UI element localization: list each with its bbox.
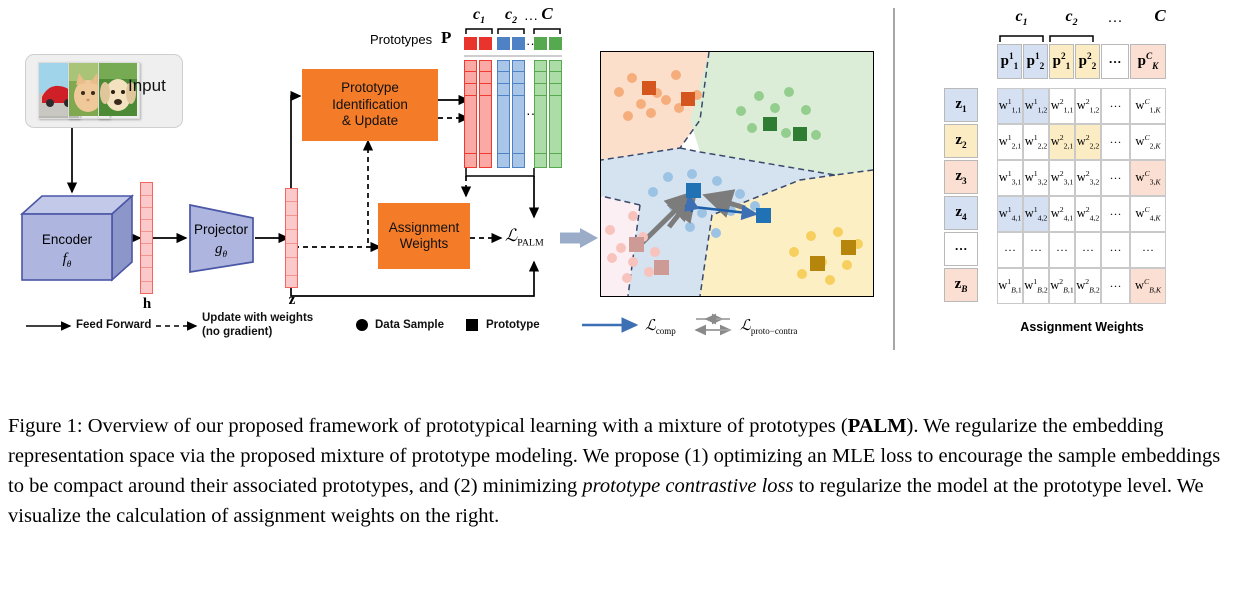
table-group-ellipsis: ··· bbox=[1107, 12, 1123, 29]
prototype-bar-cC-2 bbox=[549, 60, 562, 168]
table-cell: ··· bbox=[1101, 160, 1130, 196]
table-cell: ··· bbox=[997, 232, 1023, 268]
table-cell: w11,2 bbox=[1023, 88, 1049, 124]
table-group-C: C bbox=[1154, 6, 1166, 25]
legend-loss-comp: ℒcomp bbox=[645, 318, 676, 336]
table-row-header-zB: zB bbox=[944, 268, 978, 302]
z-label: z bbox=[288, 292, 296, 308]
figure-caption: Figure 1: Overview of our proposed frame… bbox=[8, 412, 1236, 532]
encoder-sublabel: fθ bbox=[62, 251, 72, 270]
caption-prefix: Figure 1: Overview of our proposed frame… bbox=[8, 415, 848, 437]
table-cell: w2B,1 bbox=[1049, 268, 1075, 304]
prototype-square-c1-2 bbox=[479, 37, 492, 50]
prototypes-caption: Prototypes bbox=[370, 32, 433, 47]
panel-divider bbox=[893, 8, 895, 350]
table-cell: w21,1 bbox=[1049, 88, 1075, 124]
table-cell: ··· bbox=[1101, 268, 1130, 304]
table-cell: wC4,K bbox=[1130, 196, 1166, 232]
prototype-bar-c2-2 bbox=[512, 60, 525, 168]
table-col-header-ellipsis: ··· bbox=[1101, 44, 1129, 79]
prototype-bar-c1-1 bbox=[464, 60, 477, 168]
table-col-header-pKC: pCK bbox=[1130, 44, 1166, 79]
table-col-header-p21: p12 bbox=[1023, 44, 1048, 79]
h-label: h bbox=[142, 296, 152, 312]
prototype-square-cC-1 bbox=[534, 37, 547, 50]
prototype-square-c2-1 bbox=[497, 37, 510, 50]
caption-bold-palm: PALM bbox=[847, 415, 907, 437]
input-label: Input bbox=[128, 76, 166, 95]
table-cell: ··· bbox=[1101, 124, 1130, 160]
table-cell: w12,1 bbox=[997, 124, 1023, 160]
projector-sublabel: gθ bbox=[214, 241, 228, 260]
figure-1-graphic: Input Encoder fθ h Projector gθ z Protot… bbox=[0, 0, 1241, 365]
assignment-weights-label: Assignment Weights bbox=[388, 219, 460, 251]
legend-loss-proto-contra: ℒproto−contra bbox=[740, 318, 798, 336]
prototype-square-c1-1 bbox=[464, 37, 477, 50]
table-cell: w13,1 bbox=[997, 160, 1023, 196]
table-cell: w12,2 bbox=[1023, 124, 1049, 160]
table-cell: ··· bbox=[1101, 232, 1130, 268]
table-cell: ··· bbox=[1075, 232, 1101, 268]
table-row-header-z3: z3 bbox=[944, 160, 978, 194]
prototype-identification-box[interactable]: Prototype Identification & Update bbox=[302, 69, 438, 141]
prototype-bar-cC-1 bbox=[534, 60, 547, 168]
figure-page: Input Encoder fθ h Projector gθ z Protot… bbox=[0, 0, 1241, 613]
table-cell: ··· bbox=[1049, 232, 1075, 268]
table-cell: w23,1 bbox=[1049, 160, 1075, 196]
table-cell: w24,1 bbox=[1049, 196, 1075, 232]
table-col-header-p11: p11 bbox=[997, 44, 1022, 79]
table-cell: wC3,K bbox=[1130, 160, 1166, 196]
loss-palm-label: ℒPALM bbox=[505, 226, 544, 249]
table-cell: w22,1 bbox=[1049, 124, 1075, 160]
class-label-c2: c2 bbox=[504, 6, 518, 27]
table-group-c1: c1 bbox=[1015, 8, 1028, 29]
table-cell: w1B,1 bbox=[997, 268, 1023, 304]
table-cell: wC2,K bbox=[1130, 124, 1166, 160]
table-cell: ··· bbox=[1130, 232, 1166, 268]
table-cell: wCB,K bbox=[1130, 268, 1166, 304]
table-cell: ··· bbox=[1023, 232, 1049, 268]
table-col-header-p12: p21 bbox=[1049, 44, 1074, 79]
prototypes-symbol: P bbox=[441, 28, 452, 47]
class-label-c1: c1 bbox=[472, 6, 486, 27]
table-cell: w14,1 bbox=[997, 196, 1023, 232]
table-row-header-z2: z2 bbox=[944, 124, 978, 158]
table-row-header-ellipsis: ··· bbox=[944, 232, 978, 266]
table-cell: w23,2 bbox=[1075, 160, 1101, 196]
prototype-bar-c2-1 bbox=[497, 60, 510, 168]
z-vector bbox=[285, 188, 298, 288]
table-cell: w11,1 bbox=[997, 88, 1023, 124]
prototype-bar-c1-2 bbox=[479, 60, 492, 168]
table-title: Assignment Weights bbox=[1020, 320, 1144, 334]
table-cell: ··· bbox=[1101, 196, 1130, 232]
table-cell: w14,2 bbox=[1023, 196, 1049, 232]
prototype-square-cC-2 bbox=[549, 37, 562, 50]
assignment-weights-box[interactable]: Assignment Weights bbox=[378, 203, 470, 269]
table-cell: w13,2 bbox=[1023, 160, 1049, 196]
table-cell: w22,2 bbox=[1075, 124, 1101, 160]
table-row-header-z1: z1 bbox=[944, 88, 978, 122]
table-cell: w21,2 bbox=[1075, 88, 1101, 124]
legend-update-weights: Update with weights (no gradient) bbox=[202, 312, 314, 338]
prototype-identification-label: Prototype Identification & Update bbox=[332, 80, 408, 129]
legend-data-sample: Data Sample bbox=[375, 319, 445, 331]
caption-italic-term: prototype contrastive loss bbox=[582, 474, 794, 497]
class-label-C: C bbox=[541, 4, 553, 23]
table-row-header-z4: z4 bbox=[944, 196, 978, 230]
table-cell: ··· bbox=[1101, 88, 1130, 124]
encoder-label: Encoder bbox=[41, 232, 93, 247]
projector-label: Projector bbox=[193, 222, 249, 237]
h-vector bbox=[140, 182, 153, 294]
table-cell: w1B,2 bbox=[1023, 268, 1049, 304]
prototype-square-c2-2 bbox=[512, 37, 525, 50]
legend-feed-forward: Feed Forward bbox=[76, 319, 152, 331]
table-col-header-p22: p22 bbox=[1075, 44, 1100, 79]
table-group-c2: c2 bbox=[1065, 8, 1078, 29]
table-cell: w24,2 bbox=[1075, 196, 1101, 232]
table-cell: wC1,K bbox=[1130, 88, 1166, 124]
legend-prototype: Prototype bbox=[486, 319, 540, 331]
table-cell: w2B,2 bbox=[1075, 268, 1101, 304]
